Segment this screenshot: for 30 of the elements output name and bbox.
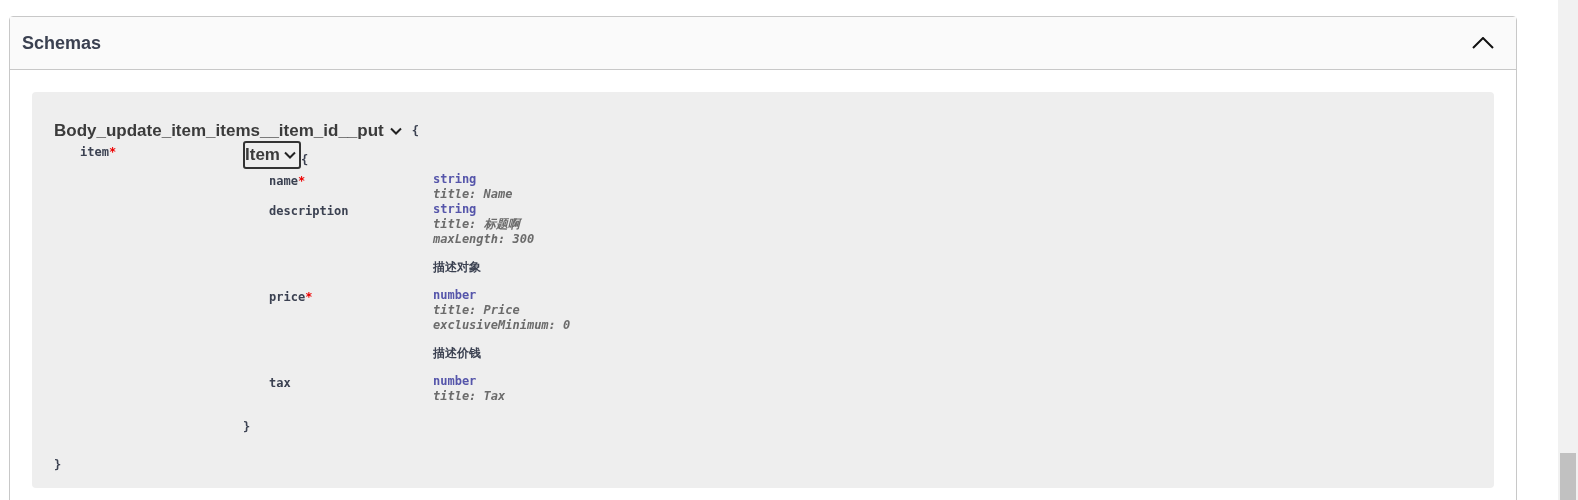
open-brace: { [411,122,419,140]
property-attribute: title: Name [433,186,513,202]
property-attribute: title: Price [433,302,521,318]
property-name: name [269,173,298,188]
property-type: number [433,373,478,389]
property-type: number [433,287,478,303]
scrollbar-thumb[interactable] [1560,453,1576,500]
property-attribute: maxLength: 300 [433,231,535,247]
property-name: item [80,144,109,159]
model-toggle[interactable]: Item [243,140,301,169]
property-type: string [433,171,478,187]
chevron-up-icon[interactable] [1472,37,1494,49]
scrollbar[interactable] [1558,0,1578,500]
property-type: string [433,201,478,217]
property-attribute: exclusiveMinimum: 0 [433,317,571,333]
section-title: Schemas [22,31,102,55]
property-attribute: title: Tax [433,388,506,404]
close-brace: } [54,456,63,474]
close-brace: } [243,418,252,436]
required-asterisk: * [305,289,313,304]
section-header[interactable]: Schemas [10,17,1516,70]
property-name: price [269,289,306,304]
property-description: 描述价钱 [433,345,482,361]
property-attribute: title: 标题啊 [433,216,523,232]
required-asterisk: * [108,144,117,159]
required-asterisk: * [297,173,306,188]
property-name: description [269,203,349,218]
property-name: tax [269,375,291,390]
property-description: 描述对象 [433,259,482,275]
open-brace: { [300,151,309,169]
